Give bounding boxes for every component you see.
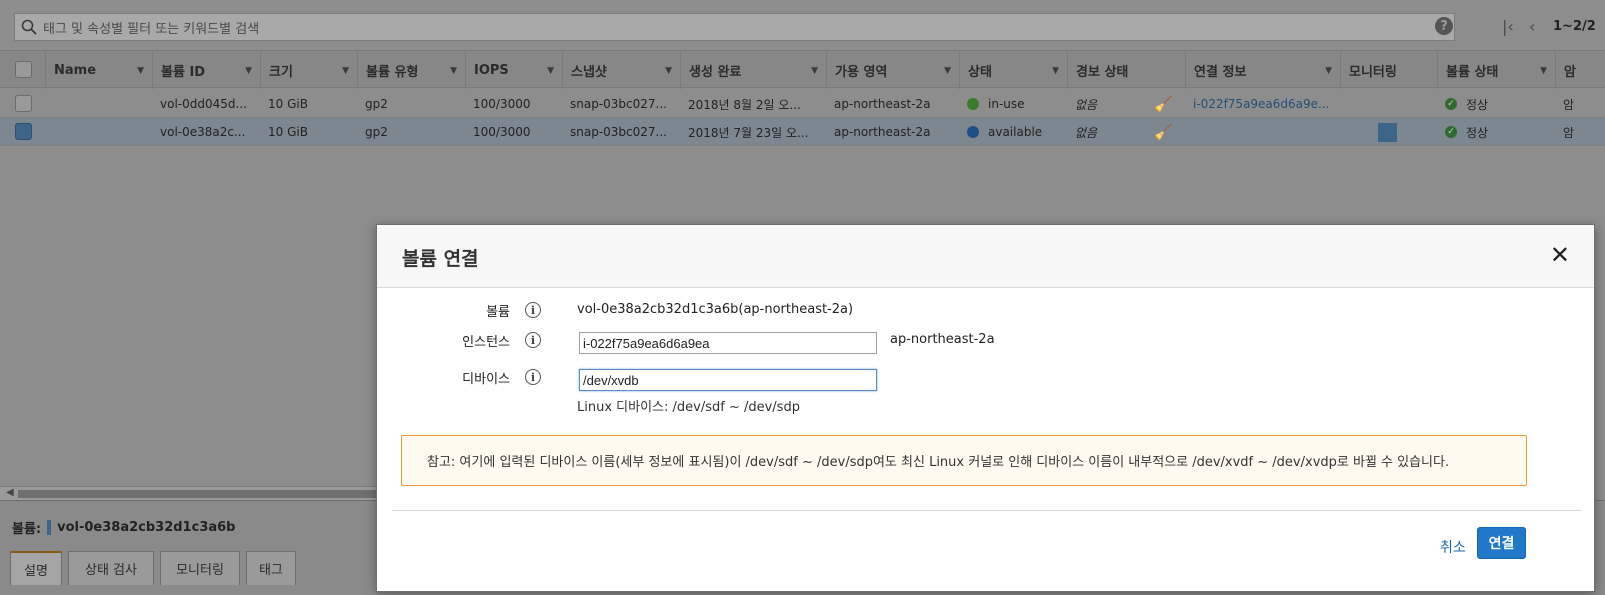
cell-state: in-use	[967, 90, 1064, 118]
status-dot-icon	[967, 126, 979, 138]
horizontal-scrollbar[interactable]: ◀	[0, 486, 390, 500]
sort-caret-icon: ▼	[665, 66, 672, 76]
column-header-volume-status[interactable]: 볼륨 상태 ▼	[1437, 51, 1555, 89]
cell-size: 10 GiB	[268, 97, 308, 111]
instance-input[interactable]	[579, 332, 877, 354]
device-input[interactable]	[579, 369, 877, 391]
table-row[interactable]: vol-0e38a2c... 10 GiB gp2 100/3000 snap-…	[0, 118, 1605, 146]
select-all-checkbox[interactable]	[15, 61, 32, 78]
instance-label: 인스턴스	[462, 335, 510, 350]
sort-caret-icon: ▼	[1052, 66, 1059, 76]
sort-caret-icon: ▼	[1540, 66, 1547, 76]
monitoring-icon[interactable]	[1378, 118, 1408, 146]
scrollbar-thumb[interactable]	[18, 490, 388, 498]
sort-caret-icon: ▼	[547, 66, 554, 76]
status-dot-icon	[967, 98, 979, 110]
attach-button[interactable]: 연결	[1477, 527, 1526, 559]
info-icon[interactable]: i	[525, 369, 541, 385]
column-header-snapshot[interactable]: 스냅샷 ▼	[562, 51, 680, 89]
broom-alarm-icon[interactable]: 🧹	[1154, 90, 1174, 118]
column-header-size[interactable]: 크기 ▼	[260, 51, 357, 89]
prev-page-icon[interactable]: ‹	[1529, 17, 1535, 36]
cell-size: 10 GiB	[268, 125, 308, 139]
cell-volume-status: ✓ 정상	[1445, 90, 1545, 118]
scroll-left-icon[interactable]: ◀	[6, 487, 14, 498]
tab-description[interactable]: 설명	[10, 551, 62, 585]
column-header-availability-zone[interactable]: 가용 영역 ▼	[826, 51, 959, 89]
help-icon[interactable]: ?	[1435, 17, 1453, 35]
note-text: 참고: 여기에 입력된 디바이스 이름(세부 정보에 표시됨)이 /dev/sd…	[427, 455, 1450, 470]
check-circle-icon: ✓	[1445, 98, 1457, 110]
volume-label: 볼륨	[486, 305, 510, 320]
column-header-name[interactable]: Name ▼	[45, 51, 152, 89]
cell-created: 2018년 7월 23일 오...	[688, 125, 809, 140]
tab-tags[interactable]: 태그	[246, 551, 296, 585]
volume-value: vol-0e38a2cb32d1c3a6b(ap-northeast-2a)	[577, 302, 854, 317]
column-header-iops[interactable]: IOPS ▼	[465, 51, 562, 89]
dialog-header: 볼륨 연결 ✕	[377, 225, 1594, 288]
cell-snapshot: snap-03bc027...	[570, 125, 667, 139]
tab-status-checks[interactable]: 상태 검사	[68, 551, 154, 585]
cell-iops: 100/3000	[473, 97, 531, 111]
cell-volume-status: ✓ 정상	[1445, 118, 1545, 146]
column-header-volume-type[interactable]: 볼륨 유형 ▼	[357, 51, 465, 89]
cell-alarm: 없음	[1075, 125, 1098, 140]
column-header-monitoring[interactable]: 모니터링	[1340, 51, 1437, 89]
column-header-alarm-status[interactable]: 경보 상태	[1067, 51, 1185, 89]
sort-caret-icon: ▼	[342, 66, 349, 76]
tab-monitoring[interactable]: 모니터링	[160, 551, 240, 585]
cell-created: 2018년 8월 2일 오...	[688, 97, 801, 112]
close-icon[interactable]: ✕	[1550, 243, 1570, 267]
cell-type: gp2	[365, 97, 388, 111]
cell-encryption: 암	[1563, 125, 1575, 140]
cell-type: gp2	[365, 125, 388, 139]
column-header-created[interactable]: 생성 완료 ▼	[680, 51, 826, 89]
cell-availability-zone: ap-northeast-2a	[834, 97, 931, 111]
cell-encryption: 암	[1563, 97, 1575, 112]
table-header: Name ▼ 볼륨 ID ▼ 크기 ▼ 볼륨 유형 ▼ IOPS ▼ 스냅샷 ▼ 생성 완료…	[0, 50, 1605, 89]
search-placeholder: 태그 및 속성별 필터 또는 키워드별 검색	[43, 21, 260, 37]
sort-caret-icon: ▼	[450, 66, 457, 76]
sort-caret-icon: ▼	[137, 66, 144, 76]
cancel-button[interactable]: 취소	[1440, 537, 1466, 557]
column-header-attachment[interactable]: 연결 정보 ▼	[1185, 51, 1340, 89]
search-bar[interactable]: 태그 및 속성별 필터 또는 키워드별 검색	[14, 13, 1455, 41]
cell-attachment-link[interactable]: i-022f75a9ea6d6a9e...	[1193, 90, 1333, 118]
instance-az: ap-northeast-2a	[890, 332, 995, 347]
sort-caret-icon: ▼	[1325, 66, 1332, 76]
info-icon[interactable]: i	[525, 302, 541, 318]
device-name-note: 참고: 여기에 입력된 디바이스 이름(세부 정보에 표시됨)이 /dev/sd…	[401, 435, 1527, 486]
cell-volume-id: vol-0e38a2c...	[160, 125, 246, 139]
broom-alarm-icon[interactable]: 🧹	[1154, 118, 1174, 146]
sort-caret-icon: ▼	[245, 66, 252, 76]
detail-volume-title: 볼륨: vol-0e38a2cb32d1c3a6b	[12, 520, 236, 537]
first-page-icon[interactable]: |‹	[1502, 17, 1514, 36]
cell-availability-zone: ap-northeast-2a	[834, 125, 931, 139]
dialog-title: 볼륨 연결	[402, 248, 479, 270]
attach-volume-dialog: 볼륨 연결 ✕ 볼륨 i vol-0e38a2cb32d1c3a6b(ap-no…	[376, 224, 1595, 592]
table-row[interactable]: vol-0dd045d... 10 GiB gp2 100/3000 snap-…	[0, 90, 1605, 118]
row-checkbox[interactable]	[15, 123, 32, 140]
check-circle-icon: ✓	[1445, 126, 1457, 138]
cell-volume-id: vol-0dd045d...	[160, 97, 247, 111]
cell-alarm: 없음	[1075, 97, 1098, 112]
pagination-range: 1~2/2	[1553, 19, 1596, 34]
dialog-divider	[392, 510, 1581, 511]
column-header-encryption[interactable]: 암	[1555, 51, 1605, 89]
sort-caret-icon: ▼	[944, 66, 951, 76]
cell-iops: 100/3000	[473, 125, 531, 139]
column-header-volume-id[interactable]: 볼륨 ID ▼	[152, 51, 260, 89]
volume-color-bar	[47, 520, 52, 535]
row-checkbox[interactable]	[15, 95, 32, 112]
device-label: 디바이스	[462, 372, 510, 387]
cell-snapshot: snap-03bc027...	[570, 97, 667, 111]
column-header-state[interactable]: 상태 ▼	[959, 51, 1067, 89]
search-icon	[21, 19, 37, 35]
cell-state: available	[967, 118, 1064, 146]
sort-caret-icon: ▼	[811, 66, 818, 76]
info-icon[interactable]: i	[525, 332, 541, 348]
device-hint: Linux 디바이스: /dev/sdf ~ /dev/sdp	[577, 400, 800, 415]
